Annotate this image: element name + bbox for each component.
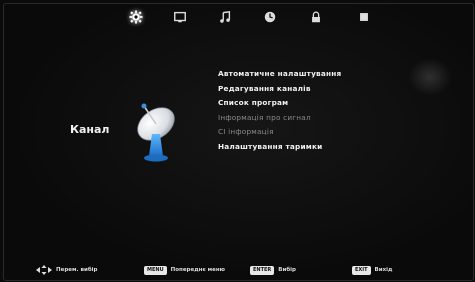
- hint-bar: Перем. вибір MENU Попереднє меню ENTER В…: [0, 262, 475, 278]
- tab-settings-gear-icon[interactable]: [124, 5, 148, 29]
- tab-lock-icon[interactable]: [304, 5, 328, 29]
- tab-music-note-icon[interactable]: [213, 5, 237, 29]
- menu-item-dish-setup[interactable]: Налаштування таримки: [218, 140, 398, 155]
- tab-square-icon[interactable]: [352, 5, 376, 29]
- hint-navigate-label: Перем. вибір: [56, 267, 98, 273]
- hint-enter: ENTER Вибір: [250, 262, 296, 278]
- exit-key-badge: EXIT: [352, 265, 371, 275]
- hint-exit: EXIT Вихід: [352, 262, 392, 278]
- satellite-dish-icon: [130, 98, 182, 166]
- tab-clock-icon[interactable]: [258, 5, 282, 29]
- hint-navigate: Перем. вибір: [36, 262, 98, 278]
- tab-picture-icon[interactable]: [168, 5, 192, 29]
- menu-item-ci-info: CI інформація: [218, 127, 274, 137]
- hint-menu: MENU Попереднє меню: [144, 262, 225, 278]
- hint-exit-label: Вихід: [374, 267, 393, 273]
- hint-menu-label: Попереднє меню: [170, 267, 226, 273]
- channel-menu: Автоматичне налаштування Редагування кан…: [218, 67, 398, 155]
- menu-item-program-list[interactable]: Список програм: [218, 96, 398, 111]
- menu-item-signal-info: Інформація про сигнал: [218, 112, 311, 122]
- menu-item-channel-edit[interactable]: Редагування каналів: [218, 82, 398, 97]
- arrows-icon: [36, 265, 52, 275]
- enter-key-badge: ENTER: [250, 265, 275, 275]
- section-title: Канал: [70, 123, 110, 136]
- top-tab-bar: [0, 5, 475, 29]
- hint-enter-label: Вибір: [278, 267, 296, 273]
- menu-item-auto-tuning[interactable]: Автоматичне налаштування: [218, 67, 398, 82]
- menu-key-badge: MENU: [144, 265, 167, 275]
- background-reflection: [408, 58, 452, 96]
